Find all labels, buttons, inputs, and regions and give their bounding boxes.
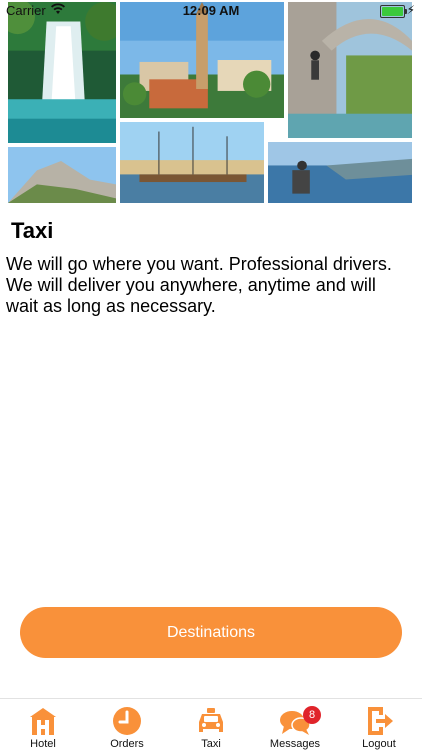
destinations-button[interactable]: Destinations [20, 607, 402, 658]
tab-orders-label: Orders [110, 738, 144, 750]
tab-taxi[interactable]: Taxi [169, 699, 253, 751]
tab-messages-label: Messages [269, 738, 321, 750]
battery-icon [380, 5, 407, 18]
messages-badge: 8 [303, 706, 321, 724]
logout-icon [363, 706, 395, 736]
tab-hotel[interactable]: Hotel [1, 699, 85, 751]
page-description: We will go where you want. Professional … [6, 254, 392, 316]
status-bar: Carrier 12:09 AM ⚡︎ [0, 0, 422, 22]
mountain-photo [6, 145, 118, 205]
tab-messages[interactable]: 8 Messages [253, 699, 337, 751]
hotel-icon [27, 706, 59, 736]
harbor-photo [118, 120, 266, 205]
tab-bar: Hotel Orders Taxi 8 Messages Logout [0, 698, 422, 751]
battery-fill [382, 7, 403, 16]
photo-collage [0, 0, 422, 205]
page-title: Taxi [11, 218, 54, 243]
tab-orders[interactable]: Orders [85, 699, 169, 751]
tab-taxi-label: Taxi [201, 738, 221, 750]
hiker-sea-photo [266, 140, 414, 205]
tab-logout-label: Logout [362, 738, 396, 750]
clock-icon [111, 706, 143, 736]
taxi-icon [195, 706, 227, 736]
status-time: 12:09 AM [182, 3, 240, 18]
tab-logout[interactable]: Logout [337, 699, 421, 751]
tab-hotel-label: Hotel [30, 738, 56, 750]
charging-icon: ⚡︎ [406, 3, 415, 17]
